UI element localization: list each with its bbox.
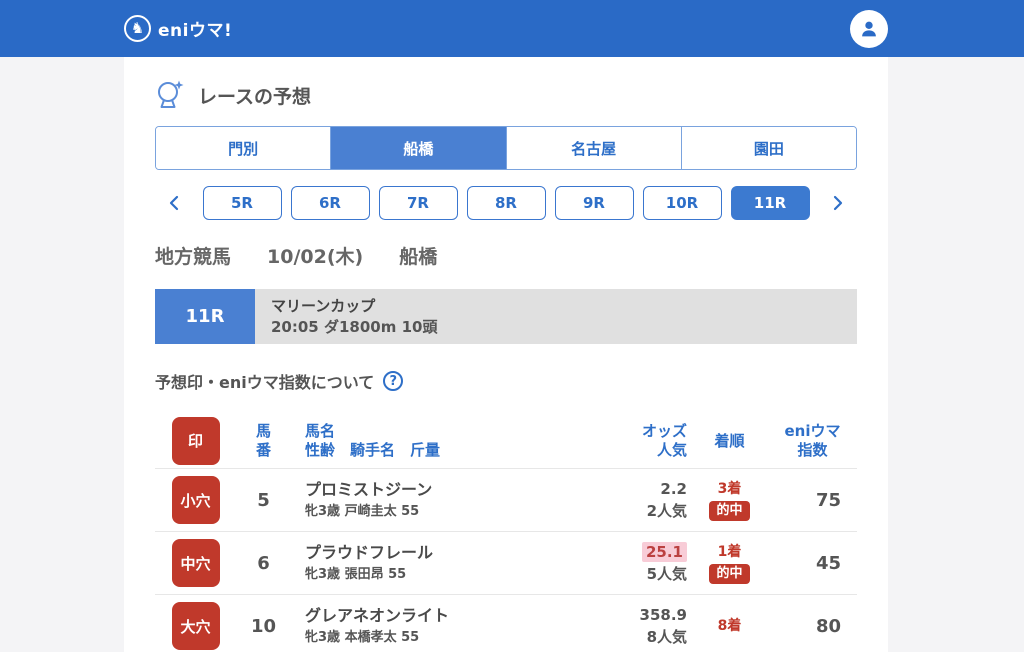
race-meta-row: 地方競馬 10/02(木) 船橋	[155, 242, 857, 269]
finish-position: 8着	[717, 618, 742, 634]
race-button-9r[interactable]: 9R	[554, 186, 634, 220]
odds-highlight: 25.1	[641, 542, 687, 562]
mark-badge: 大穴	[171, 602, 220, 650]
odds-value: 2.2	[660, 480, 687, 498]
app-logo-text: eniウマ!	[158, 21, 233, 41]
tab-nagoya[interactable]: 名古屋	[506, 127, 682, 169]
app-header: ♞ eniウマ!	[0, 0, 1024, 57]
result-column-header: 着順	[714, 432, 745, 450]
horse-name: プロミストジーン	[305, 479, 433, 499]
odds-value: 358.9	[639, 606, 687, 624]
horse-name: グレアネオンライト	[305, 605, 450, 625]
table-header-row: 印 馬 番 馬名 性齢 騎手名 斤量 オッズ 人気 着順 eniウマ 指数	[155, 413, 857, 469]
race-banner: 11R マリーンカップ 20:05 ダ1800m 10頭	[155, 289, 857, 344]
popularity-value: 8人気	[646, 628, 687, 646]
race-details: 20:05 ダ1800m 10頭	[271, 318, 438, 336]
horse-name: プラウドフレール	[305, 542, 434, 562]
prediction-info-row: 予想印・eniウマ指数について ?	[155, 369, 857, 393]
tab-monbetsu[interactable]: 門別	[156, 127, 332, 169]
help-icon[interactable]: ?	[383, 371, 404, 391]
horse-detail: 牝3歳 張田昂 55	[305, 566, 407, 582]
popularity-value: 2人気	[646, 502, 687, 520]
prediction-table: 印 馬 番 馬名 性齢 騎手名 斤量 オッズ 人気 着順 eniウマ 指数 小穴…	[155, 413, 857, 652]
prediction-info-label: 予想印・eniウマ指数について	[155, 373, 375, 392]
odds-column-header: オッズ 人気	[641, 421, 687, 459]
race-button-5r[interactable]: 5R	[202, 186, 282, 220]
tab-sonoda[interactable]: 園田	[681, 127, 856, 169]
race-category-label: 地方競馬	[155, 246, 232, 268]
chevron-right-icon[interactable]	[827, 192, 849, 214]
page-title: レースの予想	[198, 85, 312, 108]
hit-badge: 的中	[709, 563, 750, 584]
race-number-nav: 5R 6R 7R 8R 9R 10R 11R	[163, 186, 849, 220]
main-content-card: レースの予想 門別 船橋 名古屋 園田 5R 6R 7R 8R 9R 10R 1…	[124, 57, 888, 652]
mark-badge: 中穴	[171, 539, 220, 587]
race-button-11r[interactable]: 11R	[730, 186, 810, 220]
eniuma-index: 45	[815, 552, 841, 574]
tab-funabashi[interactable]: 船橋	[331, 127, 507, 169]
index-column-header: eniウマ 指数	[784, 421, 841, 459]
horse-number: 6	[257, 552, 270, 574]
race-venue-label: 船橋	[399, 246, 438, 268]
finish-position: 1着	[717, 543, 742, 560]
horse-number: 10	[250, 615, 277, 637]
table-row[interactable]: 大穴 10 グレアネオンライト 牝3歳 本橋孝太 55 358.9 8人気 8着…	[155, 595, 857, 652]
mark-badge: 小穴	[171, 476, 220, 524]
crystal-ball-icon	[158, 80, 184, 108]
horse-detail: 牝3歳 戸崎圭太 55	[305, 503, 420, 519]
race-date-label: 10/02(木)	[267, 246, 364, 268]
eniuma-index: 80	[815, 615, 841, 637]
table-row[interactable]: 小穴 5 プロミストジーン 牝3歳 戸崎圭太 55 2.2 2人気 3着 的中 …	[155, 469, 857, 532]
venue-tab-bar: 門別 船橋 名古屋 園田	[155, 126, 857, 170]
odds-value: 25.1	[577, 542, 687, 562]
horse-logo-icon: ♞	[124, 15, 151, 42]
eniuma-index: 75	[815, 489, 841, 511]
race-button-8r[interactable]: 8R	[466, 186, 546, 220]
number-column-header: 馬 番	[255, 421, 271, 459]
race-button-7r[interactable]: 7R	[378, 186, 458, 220]
user-icon	[862, 21, 876, 36]
mark-column-header: 印	[171, 416, 220, 465]
race-banner-number: 11R	[155, 289, 255, 344]
user-avatar-button[interactable]	[850, 9, 888, 48]
horse-number: 5	[257, 489, 270, 511]
table-row[interactable]: 中穴 6 プラウドフレール 牝3歳 張田昂 55 25.1 5人気 1着 的中 …	[155, 532, 857, 595]
popularity-value: 5人気	[646, 565, 687, 583]
app-logo[interactable]: ♞ eniウマ!	[124, 15, 232, 42]
horse-detail: 牝3歳 本橋孝太 55	[305, 629, 420, 645]
chevron-left-icon[interactable]	[163, 192, 185, 214]
hit-badge: 的中	[709, 500, 750, 521]
name-column-header: 馬名 性齢 騎手名 斤量	[305, 421, 441, 459]
finish-position: 3着	[717, 480, 742, 497]
race-button-6r[interactable]: 6R	[290, 186, 370, 220]
race-title: マリーンカップ	[271, 297, 376, 315]
race-button-10r[interactable]: 10R	[642, 186, 722, 220]
